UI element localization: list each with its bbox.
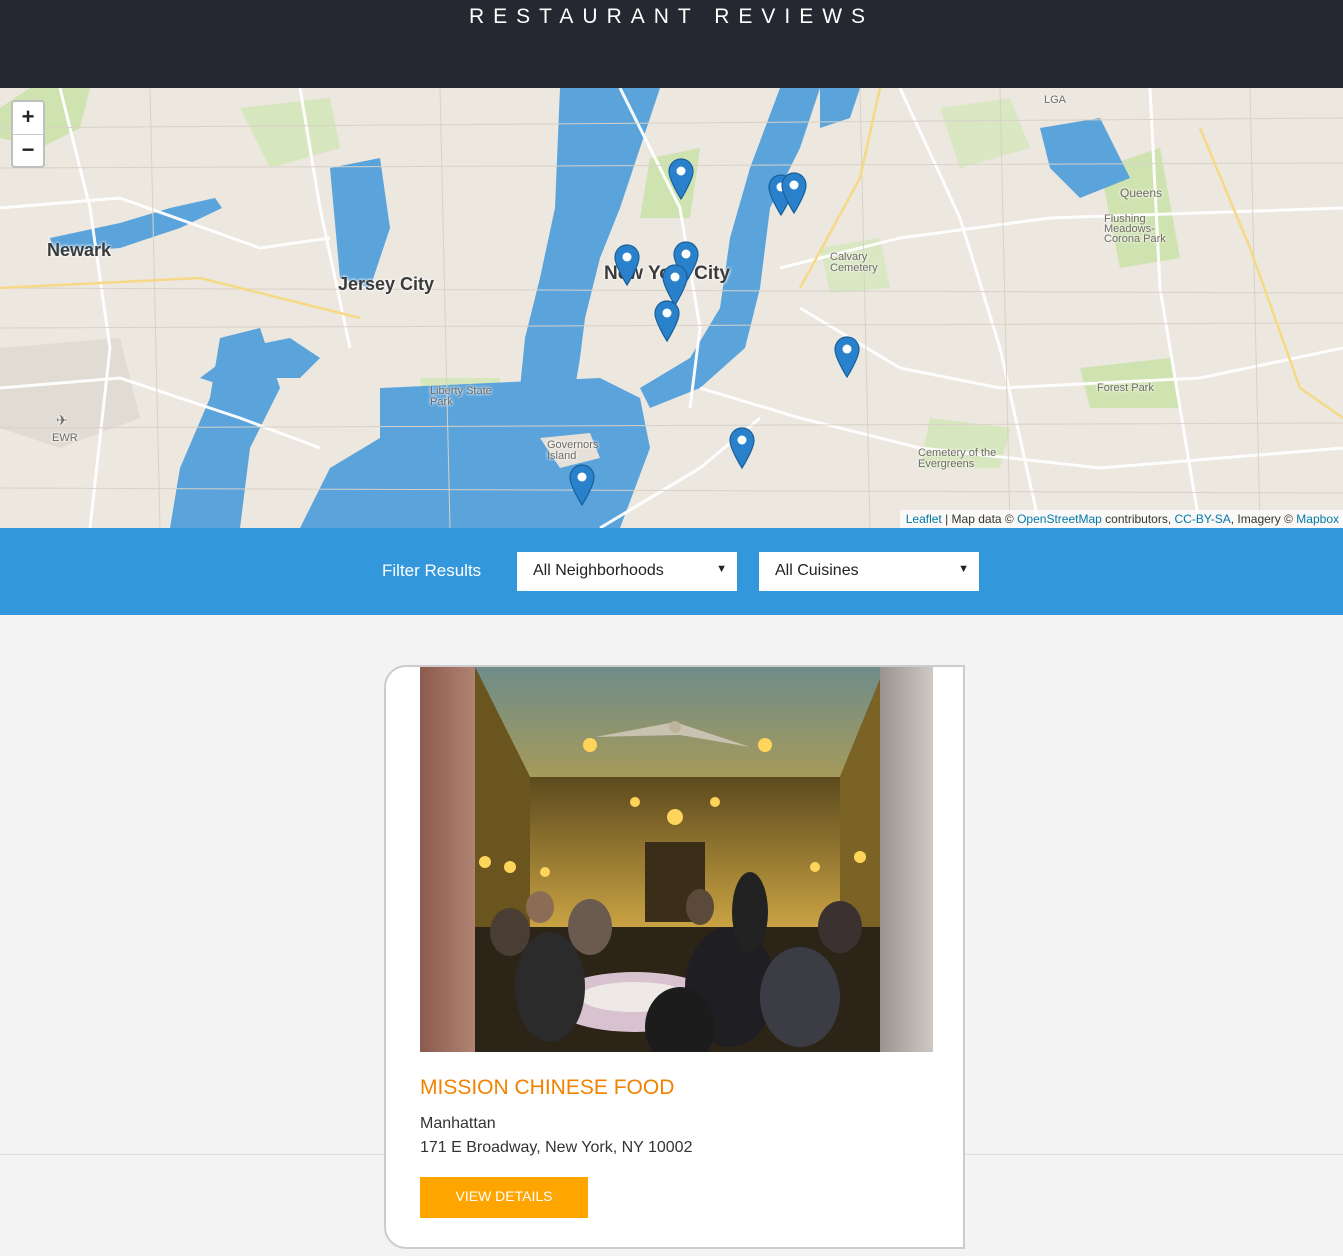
map-marker-icon[interactable] [614, 244, 640, 287]
map-label-evergreens: Cemetery of the Evergreens [918, 447, 997, 470]
map-label-forest-park: Forest Park [1097, 382, 1154, 394]
restaurant-card: MISSION CHINESE FOOD Manhattan 171 E Bro… [384, 665, 965, 1249]
filter-label: Filter Results [382, 561, 482, 580]
map-marker-icon[interactable] [668, 158, 694, 201]
attribution-text: contributors, [1101, 512, 1175, 526]
dropdown-arrow-icon: ▼ [958, 563, 969, 575]
airport-icon: ✈ [56, 412, 68, 428]
map-label-liberty: Liberty State Park [430, 385, 492, 408]
map-attribution: Leaflet | Map data © OpenStreetMap contr… [899, 510, 1343, 528]
map[interactable]: Newark Jersey City New York City Queens … [0, 88, 1343, 528]
cuisines-select-value: All Cuisines [775, 562, 859, 579]
map-marker-icon[interactable] [569, 464, 595, 507]
cuisines-select[interactable]: All Cuisines ▼ [759, 552, 979, 591]
neighborhoods-select-value: All Neighborhoods [533, 562, 664, 579]
map-label-queens: Queens [1120, 186, 1163, 200]
view-details-button[interactable]: VIEW DETAILS [420, 1177, 588, 1218]
map-label-newark: Newark [47, 240, 112, 260]
map-label-calvary: Calvary Cemetery [830, 251, 878, 274]
restaurant-neighborhood: Manhattan [420, 1115, 496, 1132]
restaurant-name: MISSION CHINESE FOOD [420, 1076, 675, 1099]
attribution-text: | Map data © [941, 512, 1018, 526]
map-label-ewr: EWR [52, 432, 78, 444]
site-title: RESTAURANT REVIEWS [468, 5, 875, 28]
site-header: RESTAURANT REVIEWS [0, 0, 1343, 88]
restaurant-photo [420, 667, 933, 1052]
dropdown-arrow-icon: ▼ [716, 563, 727, 575]
zoom-control: + − [11, 100, 45, 168]
map-label-lga: LGA [1044, 94, 1067, 106]
license-link[interactable]: CC-BY-SA [1175, 512, 1231, 526]
map-label-flushing: Flushing Meadows-Corona Park [1104, 213, 1166, 245]
filter-bar: Filter Results All Neighborhoods ▼ All C… [0, 528, 1343, 615]
map-marker-icon[interactable] [729, 427, 755, 470]
zoom-in-button[interactable]: + [13, 102, 43, 135]
zoom-out-button[interactable]: − [13, 135, 43, 167]
neighborhoods-select[interactable]: All Neighborhoods ▼ [517, 552, 737, 591]
map-label-jersey-city: Jersey City [338, 274, 435, 294]
attribution-text: , Imagery © [1230, 512, 1297, 526]
leaflet-link[interactable]: Leaflet [906, 512, 942, 526]
mapbox-link[interactable]: Mapbox [1296, 512, 1339, 526]
map-marker-icon[interactable] [781, 172, 807, 215]
osm-link[interactable]: OpenStreetMap [1017, 512, 1102, 526]
restaurant-address: 171 E Broadway, New York, NY 10002 [420, 1139, 693, 1156]
map-marker-icon[interactable] [654, 300, 680, 343]
map-marker-icon[interactable] [834, 336, 860, 379]
map-label-governors: Governors Island [547, 439, 599, 462]
